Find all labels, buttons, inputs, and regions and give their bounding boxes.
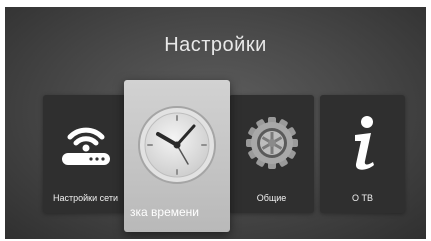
menu-item-about-tv[interactable]: О ТВ xyxy=(320,95,405,213)
menu-item-network-settings[interactable]: Настройки сети xyxy=(43,95,128,213)
page-title: Настройки xyxy=(164,34,267,56)
menu-item-label: зка времени xyxy=(130,205,199,219)
menu-item-general[interactable]: Общие xyxy=(229,95,314,213)
menu-item-time-settings[interactable]: зка времени xyxy=(124,80,230,232)
info-icon xyxy=(320,113,405,173)
menu-item-label: Настройки сети xyxy=(53,193,118,203)
clock-icon xyxy=(124,100,230,190)
wifi-router-icon xyxy=(43,113,128,173)
menu-item-label: Общие xyxy=(256,193,287,203)
tv-screen: Настройки Настройки сети Общие О ТВ зка … xyxy=(5,7,426,239)
menu-item-label: О ТВ xyxy=(351,193,373,203)
gear-icon xyxy=(229,113,314,173)
